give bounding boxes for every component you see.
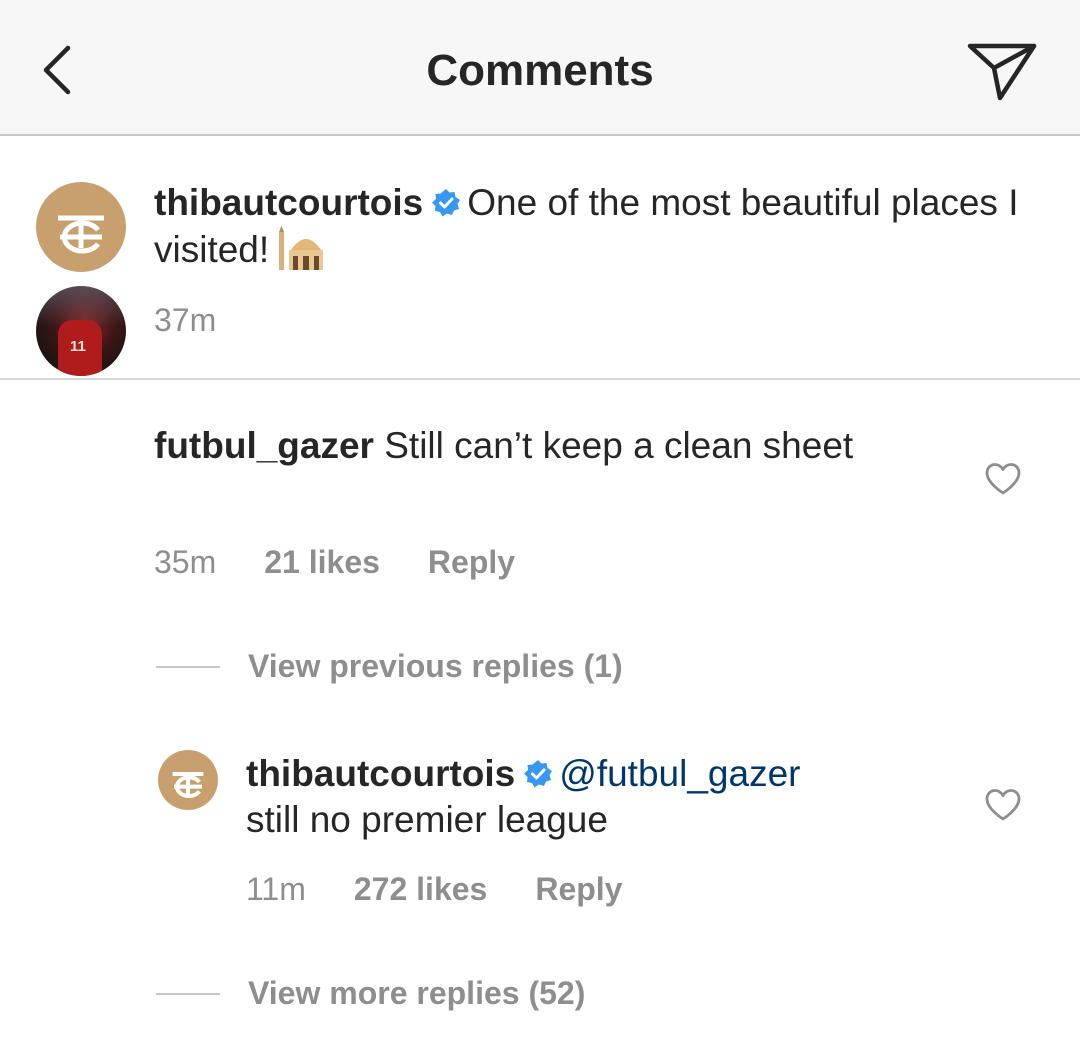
tc-logo-icon — [172, 772, 204, 798]
avatar[interactable]: 11 — [36, 286, 126, 376]
mention-link[interactable]: @futbul_gazer — [559, 753, 800, 794]
avatar[interactable] — [158, 750, 218, 810]
tc-logo-icon — [58, 215, 104, 254]
reply-time: 11m — [246, 871, 306, 907]
comment-body: Still can’t keep a clean sheet — [384, 425, 854, 466]
share-button[interactable] — [962, 38, 1040, 104]
post-caption: thibautcourtois One of the most beautiful… — [0, 138, 1080, 380]
view-more-replies-label: View more replies (52) — [248, 975, 586, 1011]
view-previous-replies[interactable]: View previous replies (1) — [156, 648, 623, 685]
top-bar: Comments — [0, 0, 1080, 136]
reply-meta: 11m 272 likes Reply — [246, 871, 622, 908]
verified-badge-icon — [524, 760, 553, 788]
verified-badge-icon — [432, 189, 461, 217]
reply-username[interactable]: thibautcourtois — [246, 753, 515, 794]
like-heart-icon[interactable] — [984, 462, 1022, 496]
comment-time: 35m — [154, 544, 217, 580]
page-title: Comments — [426, 46, 654, 95]
paper-plane-icon — [967, 43, 1037, 101]
caption-username[interactable]: thibautcourtois — [154, 182, 423, 223]
comment-text: futbul_gazer Still can’t keep a clean sh… — [154, 423, 954, 469]
comment-username[interactable]: futbul_gazer — [154, 425, 374, 466]
like-heart-icon[interactable] — [984, 788, 1022, 822]
comment-likes[interactable]: 21 likes — [264, 544, 380, 581]
reply-button[interactable]: Reply — [535, 871, 622, 908]
mosque-emoji — [279, 226, 324, 270]
divider-dash — [156, 665, 220, 668]
reply-likes[interactable]: 272 likes — [354, 871, 487, 908]
caption-time: 37m — [154, 302, 217, 338]
caption-meta: 37m — [154, 302, 216, 339]
divider-dash — [156, 992, 220, 995]
reply-button[interactable]: Reply — [428, 544, 515, 581]
view-more-replies[interactable]: View more replies (52) — [156, 975, 585, 1012]
comment-meta: 35m 21 likes Reply — [154, 544, 515, 581]
avatar[interactable] — [36, 182, 126, 272]
reply-text: thibautcourtois @futbul_gazer still no pr… — [246, 751, 966, 843]
view-previous-replies-label: View previous replies (1) — [248, 648, 623, 684]
caption-text: thibautcourtois One of the most beautiful… — [154, 180, 1034, 273]
reply-body: still no premier league — [246, 799, 608, 840]
